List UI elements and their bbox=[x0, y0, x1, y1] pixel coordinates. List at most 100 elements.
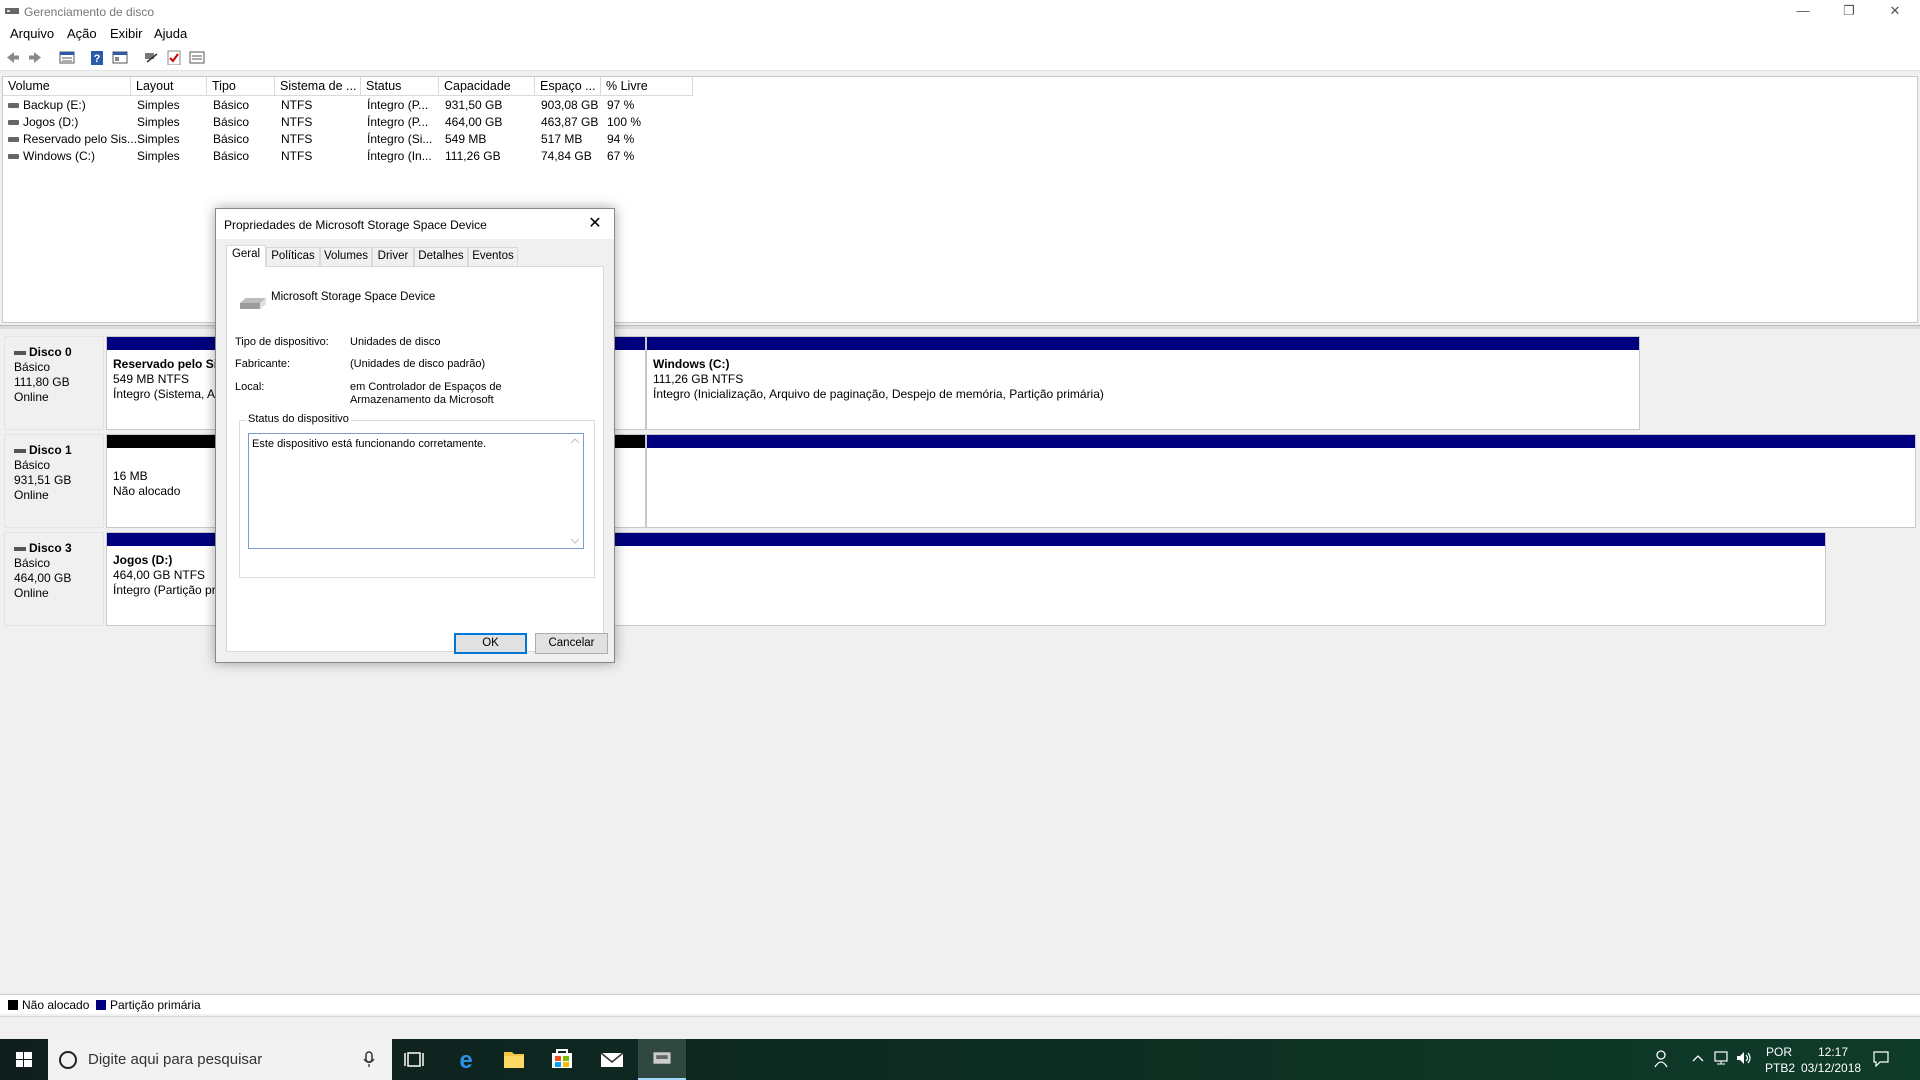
partition-size: 111,26 GB NTFS bbox=[653, 372, 744, 386]
restore-button[interactable]: ❐ bbox=[1826, 0, 1872, 23]
partition-status: Íntegro (Partição pr bbox=[113, 583, 216, 597]
language-indicator-2[interactable]: PTB2 bbox=[1765, 1061, 1795, 1075]
partition-backup-e[interactable] bbox=[646, 434, 1916, 528]
back-icon[interactable] bbox=[5, 50, 21, 65]
disk-name: Disco 3 bbox=[29, 541, 72, 555]
window-title: Gerenciamento de disco bbox=[24, 5, 155, 19]
menu-acao[interactable]: Ação bbox=[67, 26, 97, 41]
disk-icon bbox=[14, 448, 26, 453]
menu-arquivo[interactable]: Arquivo bbox=[10, 26, 54, 41]
tab-detalhes[interactable]: Detalhes bbox=[414, 247, 468, 266]
device-status-textbox[interactable]: Este dispositivo está funcionando corret… bbox=[248, 433, 584, 549]
cell-status: Íntegro (In... bbox=[367, 149, 432, 163]
location-value-line1: em Controlador de Espaços de bbox=[350, 381, 502, 393]
location-value-line2: Armazenamento da Microsoft bbox=[350, 394, 494, 406]
tab-volumes[interactable]: Volumes bbox=[320, 247, 372, 266]
forward-icon[interactable] bbox=[27, 50, 43, 65]
title-bar: Gerenciamento de disco — ❐ ✕ bbox=[0, 0, 1920, 23]
dialog-title: Propriedades de Microsoft Storage Space … bbox=[216, 209, 614, 239]
partition-size: 16 MB bbox=[113, 469, 148, 483]
windows-start-icon[interactable] bbox=[0, 1039, 48, 1080]
disk-name: Disco 0 bbox=[29, 345, 72, 359]
disk-3-label[interactable]: Disco 3 Básico 464,00 GB Online bbox=[4, 532, 104, 626]
cell-tipo: Básico bbox=[213, 98, 250, 112]
action-center-icon[interactable] bbox=[1872, 1051, 1890, 1067]
tab-geral[interactable]: Geral bbox=[226, 245, 266, 267]
column-header-tipo[interactable]: Tipo bbox=[207, 77, 275, 96]
scroll-down-icon[interactable] bbox=[571, 538, 579, 544]
tab-eventos[interactable]: Eventos bbox=[468, 247, 518, 266]
disk-1-label[interactable]: Disco 1 Básico 931,51 GB Online bbox=[4, 434, 104, 528]
cell-capacidade: 931,50 GB bbox=[445, 98, 503, 112]
mail-icon[interactable] bbox=[588, 1039, 636, 1080]
clock-date[interactable]: 03/12/2018 bbox=[1801, 1061, 1861, 1075]
language-indicator-1[interactable]: POR bbox=[1766, 1045, 1792, 1059]
close-window-button[interactable]: ✕ bbox=[1872, 0, 1918, 23]
store-icon[interactable] bbox=[538, 1039, 586, 1080]
column-header-sistema[interactable]: Sistema de ... bbox=[275, 77, 361, 96]
column-header-status[interactable]: Status bbox=[361, 77, 439, 96]
cell-volume: Jogos (D:) bbox=[23, 115, 79, 129]
disk-name: Disco 1 bbox=[29, 443, 72, 457]
disk-state: Online bbox=[14, 586, 49, 600]
column-header-layout[interactable]: Layout bbox=[131, 77, 207, 96]
cell-livre: 97 % bbox=[607, 98, 635, 112]
toolbar: ? bbox=[0, 44, 1920, 71]
task-view-icon[interactable] bbox=[392, 1039, 440, 1080]
dialog-close-button[interactable]: ✕ bbox=[582, 213, 608, 235]
partition-windows-c[interactable]: Windows (C:) 111,26 GB NTFS Íntegro (Ini… bbox=[646, 336, 1640, 430]
connect-icon[interactable] bbox=[143, 50, 159, 65]
partition-size: 549 MB NTFS bbox=[113, 372, 190, 386]
disk-size: 931,51 GB bbox=[14, 473, 72, 487]
volume-list-icon[interactable] bbox=[59, 50, 75, 65]
clock-time[interactable]: 12:17 bbox=[1818, 1045, 1848, 1059]
disk-management-taskbar-icon[interactable] bbox=[638, 1039, 686, 1080]
menu-ajuda[interactable]: Ajuda bbox=[154, 26, 187, 41]
disk-icon bbox=[14, 546, 26, 551]
network-icon[interactable] bbox=[1712, 1050, 1730, 1066]
ok-button[interactable]: OK bbox=[454, 633, 527, 654]
column-header-volume[interactable]: Volume bbox=[3, 77, 131, 96]
location-label: Local: bbox=[235, 381, 265, 393]
cell-espaco: 463,87 GB bbox=[541, 115, 599, 129]
column-header-capacidade[interactable]: Capacidade bbox=[439, 77, 535, 96]
check-icon[interactable] bbox=[166, 50, 182, 65]
properties-icon[interactable] bbox=[112, 50, 128, 65]
cell-status: Íntegro (Si... bbox=[367, 132, 433, 146]
tab-driver[interactable]: Driver bbox=[372, 247, 414, 266]
cell-volume: Windows (C:) bbox=[23, 149, 96, 163]
search-placeholder: Digite aqui para pesquisar bbox=[88, 1051, 263, 1068]
legend: Não alocado Partição primária bbox=[0, 994, 1920, 1014]
scroll-up-icon[interactable] bbox=[571, 438, 579, 444]
textbox-scrollbar[interactable] bbox=[567, 434, 583, 548]
details-icon[interactable] bbox=[189, 50, 205, 65]
primary-partition-bar bbox=[647, 435, 1915, 448]
edge-browser-icon[interactable]: e bbox=[442, 1039, 490, 1080]
search-box[interactable]: Digite aqui para pesquisar bbox=[48, 1039, 392, 1080]
cell-sistema: NTFS bbox=[281, 98, 313, 112]
volume-speaker-icon[interactable] bbox=[1735, 1050, 1753, 1066]
partition-size: 464,00 GB NTFS bbox=[113, 568, 206, 582]
tab-politicas[interactable]: Políticas bbox=[266, 247, 320, 266]
microphone-icon[interactable] bbox=[363, 1051, 375, 1068]
disk-0-label[interactable]: Disco 0 Básico 111,80 GB Online bbox=[4, 336, 104, 430]
people-icon[interactable] bbox=[1654, 1049, 1672, 1069]
column-header-espaco[interactable]: Espaço ... bbox=[535, 77, 601, 96]
taskbar: Digite aqui para pesquisar e POR PTB2 12… bbox=[0, 1039, 1920, 1080]
cell-layout: Simples bbox=[137, 132, 180, 146]
partition-info: Reservado pelo Sis 549 MB NTFS Íntegro (… bbox=[113, 357, 224, 402]
menu-exibir[interactable]: Exibir bbox=[110, 26, 143, 41]
column-header-livre[interactable]: % Livre bbox=[601, 77, 693, 96]
partition-title: Jogos (D:) bbox=[113, 553, 173, 567]
show-hidden-icons-icon[interactable] bbox=[1692, 1053, 1704, 1063]
cancel-button[interactable]: Cancelar bbox=[535, 633, 608, 654]
volume-icon bbox=[8, 120, 19, 125]
cell-tipo: Básico bbox=[213, 115, 250, 129]
help-icon[interactable]: ? bbox=[89, 50, 105, 65]
device-type-label: Tipo de dispositivo: bbox=[235, 336, 329, 348]
minimize-button[interactable]: — bbox=[1780, 0, 1826, 23]
manufacturer-label: Fabricante: bbox=[235, 358, 291, 370]
file-explorer-icon[interactable] bbox=[490, 1039, 538, 1080]
partition-info: 16 MB Não alocado bbox=[113, 469, 180, 499]
cell-livre: 100 % bbox=[607, 115, 642, 129]
